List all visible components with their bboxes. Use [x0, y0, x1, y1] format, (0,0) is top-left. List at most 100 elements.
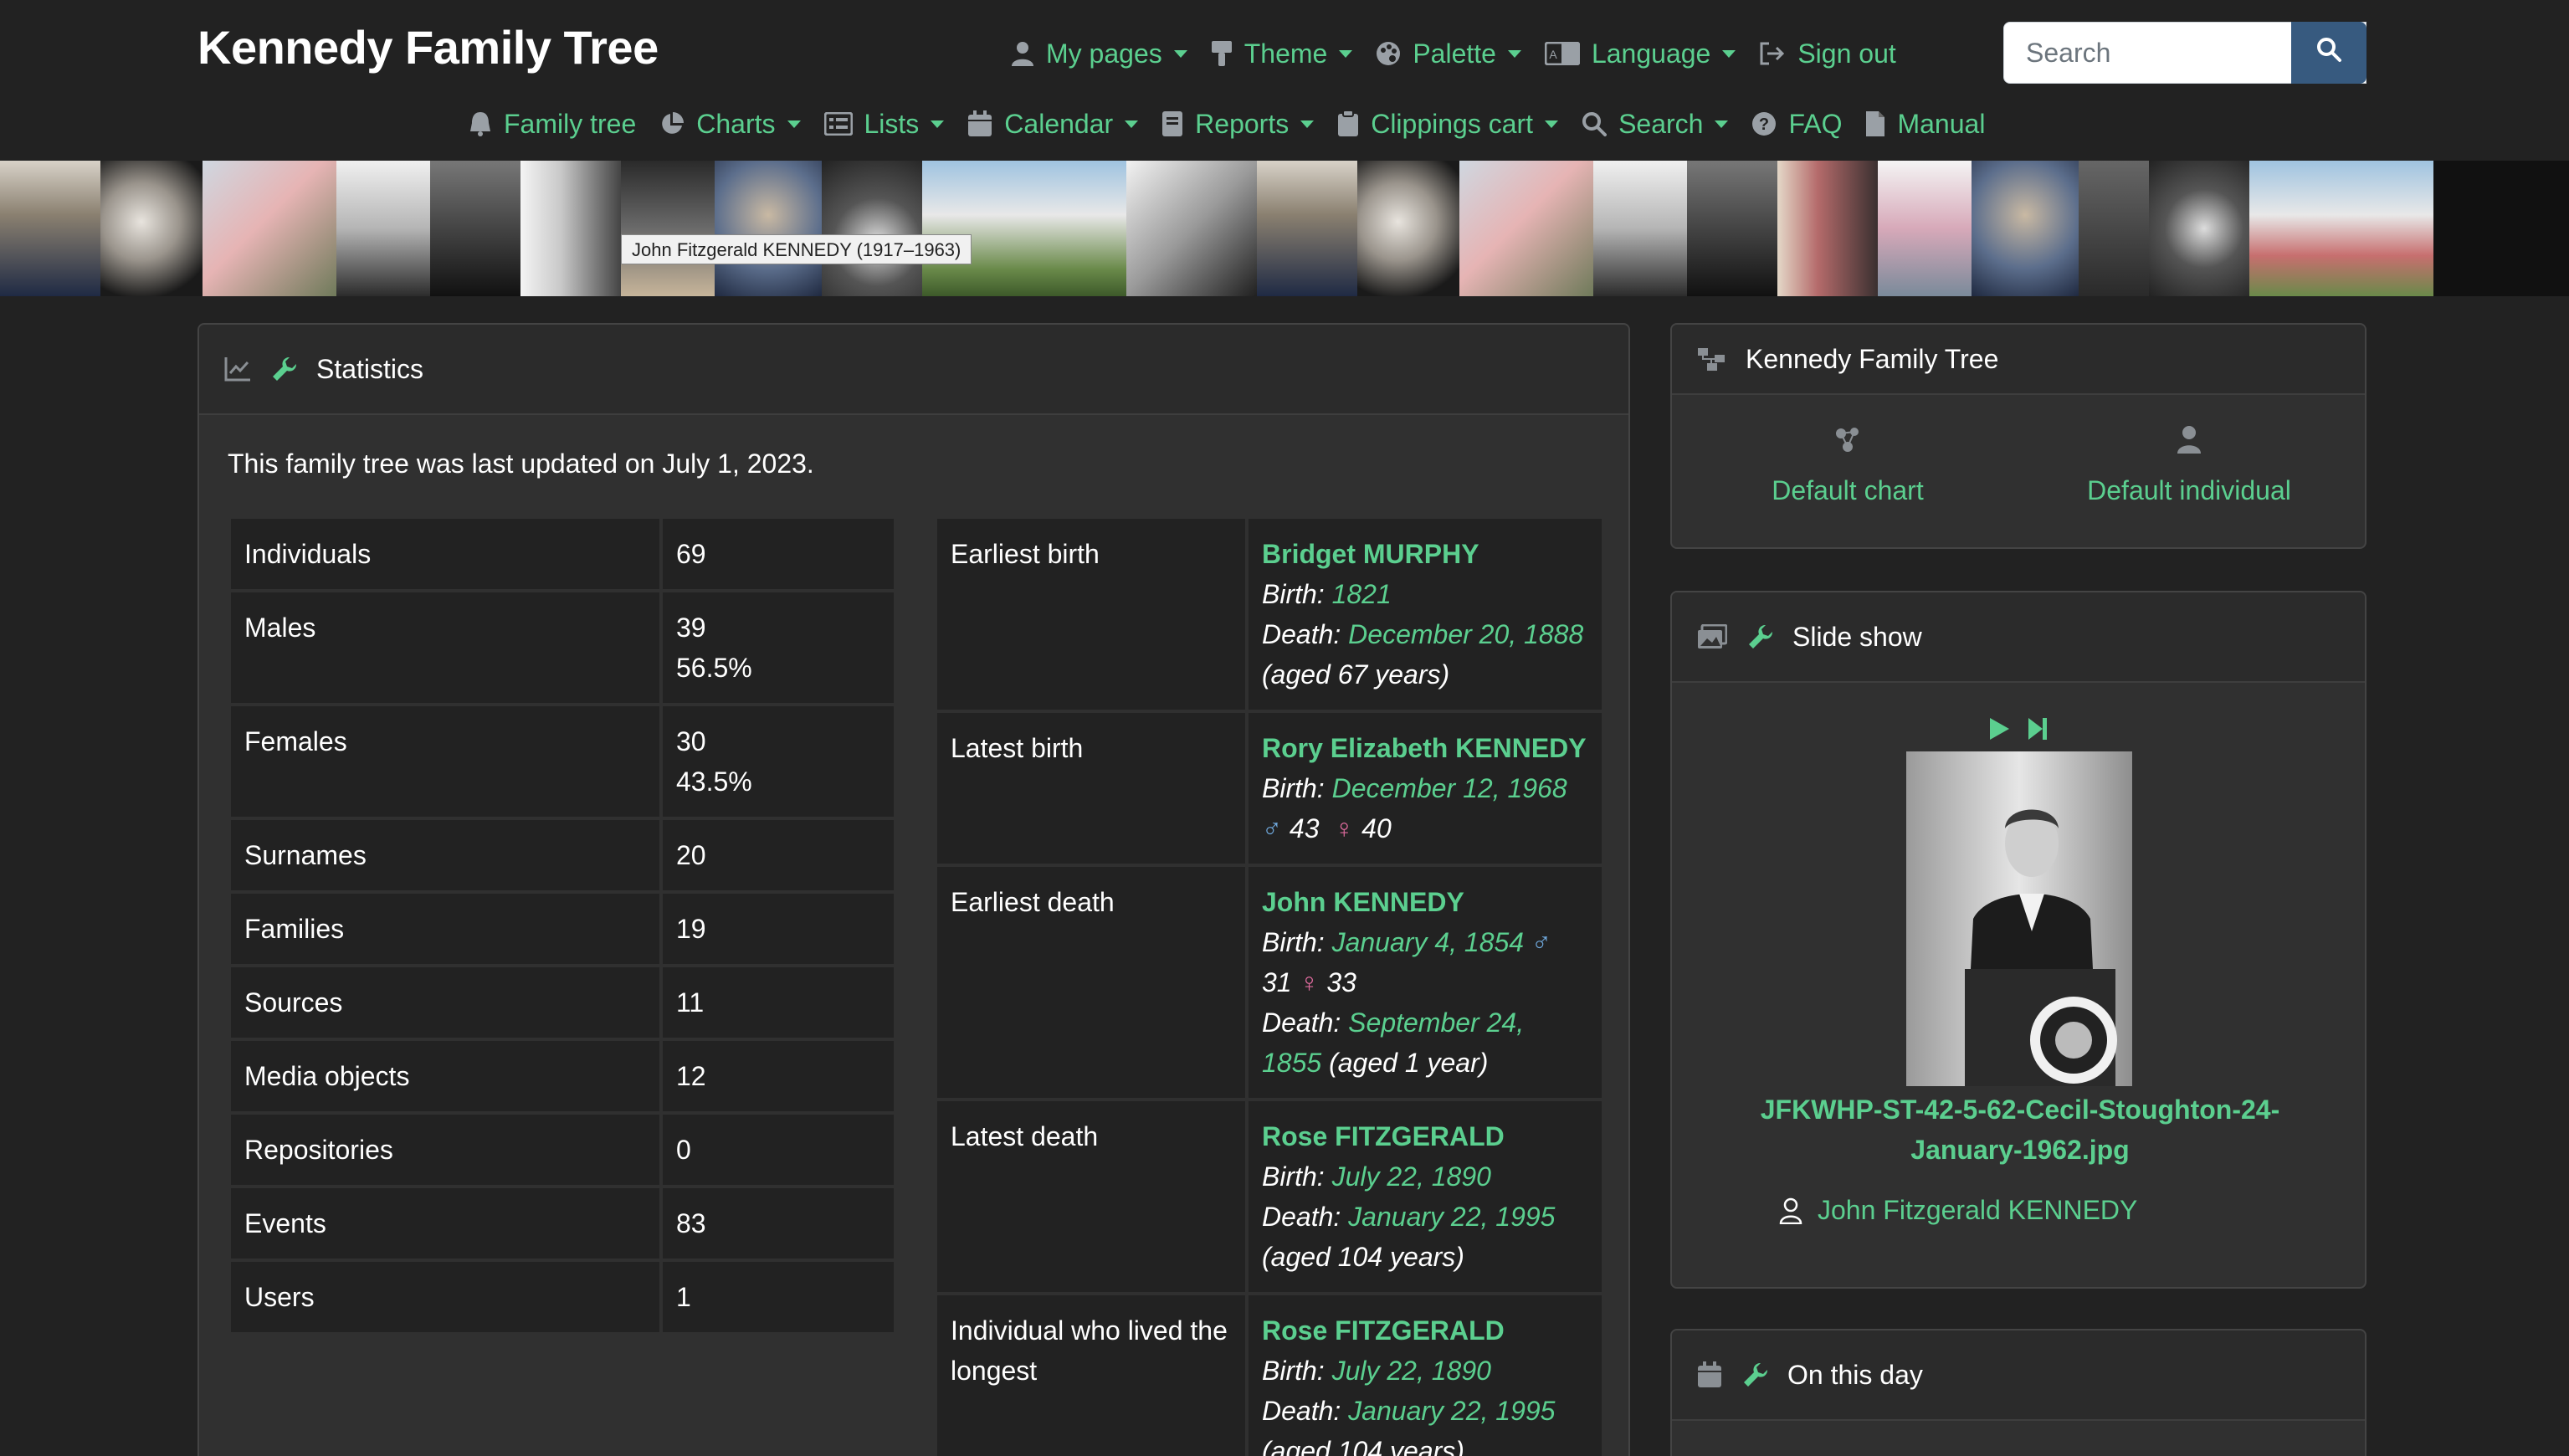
banner-photo[interactable]: [1126, 161, 1257, 296]
row-label: Earliest death: [937, 867, 1245, 1098]
person-name-link[interactable]: Rose FITZGERALD: [1262, 1116, 1588, 1156]
birth-date-link[interactable]: July 22, 1890: [1332, 1356, 1491, 1386]
menu-label: Manual: [1897, 108, 1986, 139]
caret-down-icon: [1300, 120, 1315, 128]
menu-label: Calendar: [1004, 108, 1114, 139]
banner-photo[interactable]: [1357, 161, 1459, 296]
menu-calendar[interactable]: Calendar: [967, 108, 1139, 140]
menu-reports[interactable]: Reports: [1161, 109, 1315, 140]
next-icon[interactable]: [2027, 716, 2049, 747]
birth-label: Birth:: [1262, 579, 1325, 609]
person-name-link[interactable]: Rose FITZGERALD: [1262, 1310, 1588, 1351]
banner-photo[interactable]: [2149, 161, 2249, 296]
birth-date-link[interactable]: January 4, 1854: [1332, 927, 1525, 957]
death-label: Death:: [1262, 1396, 1341, 1426]
banner-photo[interactable]: [100, 161, 203, 296]
banner-photo[interactable]: [621, 161, 715, 296]
menu-my-pages[interactable]: My pages: [1011, 38, 1187, 69]
table-row: Sources 11: [231, 967, 894, 1038]
menu-sign-out[interactable]: Sign out: [1759, 38, 1896, 69]
death-date-link[interactable]: January 22, 1995: [1348, 1202, 1555, 1232]
on-this-day-title: On this day: [1787, 1359, 1923, 1390]
banner-photo[interactable]: [520, 161, 621, 296]
banner-tooltip: John Fitzgerald KENNEDY (1917–1963): [621, 234, 972, 264]
caret-down-icon: [1125, 120, 1139, 128]
slideshow-photo[interactable]: [1906, 751, 2132, 1086]
banner-photo[interactable]: [2079, 161, 2149, 296]
site-title[interactable]: Kennedy Family Tree: [197, 20, 659, 74]
stat-label: Sources: [231, 967, 659, 1038]
menu-theme[interactable]: Theme: [1211, 38, 1353, 69]
banner-photo[interactable]: [203, 161, 336, 296]
menu-search[interactable]: Search: [1582, 109, 1729, 140]
person-cell: Rose FITZGERALD Birth: July 22, 1890 Dea…: [1249, 1295, 1602, 1456]
play-icon[interactable]: [1988, 716, 2010, 747]
menu-lists[interactable]: Lists: [823, 109, 945, 140]
banner-photo[interactable]: [1777, 161, 1878, 296]
banner-photo[interactable]: [2249, 161, 2433, 296]
stat-percentage: 56.5%: [676, 653, 752, 683]
images-icon: [1697, 624, 1727, 649]
birth-date-link[interactable]: December 12, 1968: [1332, 773, 1567, 803]
person-name-link[interactable]: Bridget MURPHY: [1262, 534, 1588, 574]
caret-down-icon: [1545, 120, 1559, 128]
person-cell: Rory Elizabeth KENNEDY Birth: December 1…: [1249, 713, 1602, 864]
banner-photo[interactable]: [1972, 161, 2079, 296]
row-label: Individual who lived the longest: [937, 1295, 1245, 1456]
menu-charts[interactable]: Charts: [659, 109, 801, 140]
stat-value-cell: 12: [663, 1041, 894, 1111]
menu-family-tree[interactable]: Family tree: [469, 109, 636, 140]
banner-photo[interactable]: [336, 161, 430, 296]
family-tree-card: Kennedy Family Tree Default chart Defaul…: [1670, 323, 2366, 549]
search-button[interactable]: [2291, 22, 2366, 84]
menu-clippings-cart[interactable]: Clippings cart: [1337, 109, 1559, 140]
menu-faq[interactable]: ? FAQ: [1751, 109, 1842, 140]
wrench-icon[interactable]: [1747, 623, 1774, 650]
banner-photo[interactable]: [715, 161, 822, 296]
birth-date-link[interactable]: 1821: [1332, 579, 1392, 609]
banner-photo[interactable]: [430, 161, 520, 296]
age-text: (aged 104 years): [1262, 1242, 1464, 1272]
menu-manual[interactable]: Manual: [1865, 109, 1985, 140]
birth-label: Birth:: [1262, 927, 1325, 957]
stat-value-cell: 39 56.5%: [663, 592, 894, 703]
table-row: Media objects 12: [231, 1041, 894, 1111]
banner-photo[interactable]: [1593, 161, 1687, 296]
wrench-icon[interactable]: [1742, 1361, 1769, 1388]
banner-photo[interactable]: [0, 161, 100, 296]
family-tree-card-header: Kennedy Family Tree: [1672, 325, 2365, 395]
table-row: Individuals 69: [231, 519, 894, 589]
default-chart-link[interactable]: Default chart: [1705, 425, 1990, 506]
row-label: Latest death: [937, 1101, 1245, 1292]
people-table: Earliest birth Bridget MURPHY Birth: 182…: [934, 515, 1605, 1456]
banner-photo[interactable]: [822, 161, 922, 296]
stat-label: Events: [231, 1188, 659, 1259]
person-name: John Fitzgerald KENNEDY: [1818, 1195, 2138, 1225]
banner-photo[interactable]: [1878, 161, 1972, 296]
banner-photo[interactable]: [1687, 161, 1777, 296]
row-label: Latest birth: [937, 713, 1245, 864]
birth-date-link[interactable]: July 22, 1890: [1332, 1161, 1491, 1192]
statistics-title: Statistics: [316, 353, 424, 384]
slideshow-person-link[interactable]: John Fitzgerald KENNEDY: [1779, 1195, 2137, 1226]
default-individual-link[interactable]: Default individual: [2047, 425, 2331, 506]
banner-photo[interactable]: [1459, 161, 1593, 296]
menu-label: Family tree: [504, 108, 637, 139]
wrench-icon[interactable]: [271, 356, 298, 382]
menu-palette[interactable]: Palette: [1376, 38, 1521, 69]
row-label: Earliest birth: [937, 519, 1245, 710]
stat-value: 30: [676, 726, 706, 756]
banner-photo[interactable]: [922, 161, 1126, 296]
person-name-link[interactable]: Rory Elizabeth KENNEDY: [1262, 728, 1588, 768]
banner-photo[interactable]: [1257, 161, 1357, 296]
table-row: Females 30 43.5%: [231, 706, 894, 817]
male-symbol-icon: ♂: [1531, 927, 1551, 957]
stat-value-cell: 83: [663, 1188, 894, 1259]
slideshow-filename-link[interactable]: JFKWHP-ST-42-5-62-Cecil-Stoughton-24-Jan…: [1705, 1089, 2335, 1170]
summary-table: Individuals 69 Males 39 56.5% Females 30 43.5% S…: [228, 515, 897, 1336]
caret-down-icon: [1722, 49, 1736, 58]
menu-language[interactable]: A Language: [1544, 38, 1736, 69]
death-date-link[interactable]: December 20, 1888: [1348, 619, 1583, 649]
person-name-link[interactable]: John KENNEDY: [1262, 882, 1588, 922]
death-date-link[interactable]: January 22, 1995: [1348, 1396, 1555, 1426]
